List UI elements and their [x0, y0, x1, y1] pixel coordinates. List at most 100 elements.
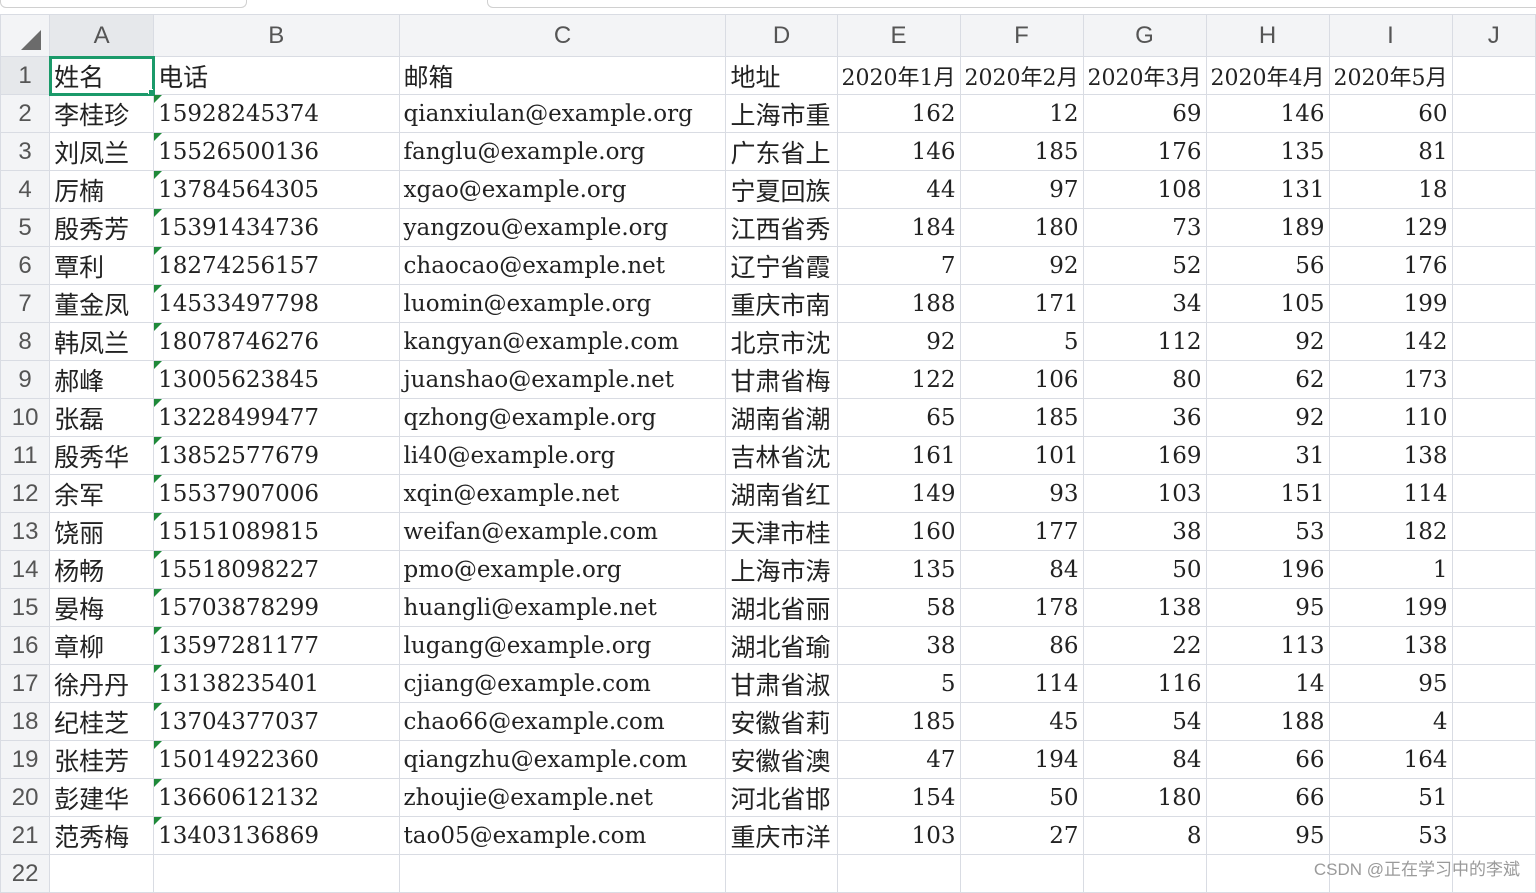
cell-d[interactable]: 天津市桂	[725, 512, 838, 551]
row-header[interactable]: 19	[0, 740, 51, 779]
header-cell-i[interactable]: 2020年5月	[1328, 56, 1453, 95]
cell-f[interactable]: 194	[959, 740, 1084, 779]
cell-a[interactable]: 余军	[49, 474, 155, 513]
cell-b[interactable]: 13228499477	[153, 398, 400, 437]
row-header[interactable]: 13	[0, 512, 51, 551]
column-header-i[interactable]: I	[1328, 14, 1453, 57]
cell-c[interactable]: tao05@example.com	[398, 816, 727, 855]
cell-f[interactable]: 185	[959, 132, 1084, 171]
name-box-frame[interactable]	[0, 0, 247, 8]
cell-e[interactable]: 103	[836, 816, 961, 855]
column-header-d[interactable]: D	[725, 14, 838, 57]
row-header[interactable]: 20	[0, 778, 51, 817]
cell-f[interactable]: 5	[959, 322, 1084, 361]
cell-f[interactable]: 86	[959, 626, 1084, 665]
cell-d[interactable]: 河北省邯	[725, 778, 838, 817]
cell-b[interactable]: 14533497798	[153, 284, 400, 323]
cell-i[interactable]: 60	[1328, 94, 1453, 133]
cell-c[interactable]: qiangzhu@example.com	[398, 740, 727, 779]
cell-e[interactable]: 162	[836, 94, 961, 133]
cell-c[interactable]: kangyan@example.com	[398, 322, 727, 361]
empty-cell[interactable]	[1451, 436, 1536, 475]
cell-h[interactable]: 56	[1205, 246, 1330, 285]
cell-f[interactable]: 12	[959, 94, 1084, 133]
cell-f[interactable]: 178	[959, 588, 1084, 627]
cell-b[interactable]: 15928245374	[153, 94, 400, 133]
row-header[interactable]: 4	[0, 170, 51, 209]
empty-cell[interactable]	[1451, 626, 1536, 665]
cell-c[interactable]: juanshao@example.net	[398, 360, 727, 399]
cell-g[interactable]: 169	[1082, 436, 1207, 475]
row-header[interactable]: 6	[0, 246, 51, 285]
row-header[interactable]: 17	[0, 664, 51, 703]
cell-e[interactable]: 146	[836, 132, 961, 171]
cell-f[interactable]: 27	[959, 816, 1084, 855]
cell-d[interactable]: 湖北省瑜	[725, 626, 838, 665]
cell-a[interactable]: 覃利	[49, 246, 155, 285]
cell-d[interactable]: 吉林省沈	[725, 436, 838, 475]
cell-c[interactable]: zhoujie@example.net	[398, 778, 727, 817]
row-header[interactable]: 8	[0, 322, 51, 361]
cell-b[interactable]: 13660612132	[153, 778, 400, 817]
column-header-c[interactable]: C	[398, 14, 727, 57]
cell-f[interactable]: 185	[959, 398, 1084, 437]
cell-e[interactable]: 149	[836, 474, 961, 513]
cell-i[interactable]: 129	[1328, 208, 1453, 247]
cell-i[interactable]: 95	[1328, 664, 1453, 703]
empty-cell[interactable]	[1451, 740, 1536, 779]
cell-f[interactable]: 84	[959, 550, 1084, 589]
formula-bar-frame[interactable]	[487, 0, 1536, 8]
cell-e[interactable]: 47	[836, 740, 961, 779]
column-header-g[interactable]: G	[1082, 14, 1207, 57]
column-header-j[interactable]: J	[1451, 14, 1536, 57]
cell-g[interactable]: 176	[1082, 132, 1207, 171]
cell-h[interactable]: 105	[1205, 284, 1330, 323]
header-cell-e[interactable]: 2020年1月	[836, 56, 961, 95]
cell-c[interactable]: lugang@example.org	[398, 626, 727, 665]
cell-a[interactable]: 厉楠	[49, 170, 155, 209]
cell-g[interactable]: 84	[1082, 740, 1207, 779]
cell-h[interactable]: 146	[1205, 94, 1330, 133]
header-cell-b[interactable]: 电话	[153, 56, 400, 95]
empty-cell[interactable]	[1451, 246, 1536, 285]
cell-i[interactable]: 1	[1328, 550, 1453, 589]
cell-e[interactable]: 188	[836, 284, 961, 323]
cell-h[interactable]: 95	[1205, 588, 1330, 627]
cell-b[interactable]: 18274256157	[153, 246, 400, 285]
cell-i[interactable]: 199	[1328, 284, 1453, 323]
cell-e[interactable]: 184	[836, 208, 961, 247]
cell-g[interactable]: 73	[1082, 208, 1207, 247]
cell-e[interactable]: 160	[836, 512, 961, 551]
empty-cell[interactable]	[959, 854, 1084, 893]
empty-cell[interactable]	[1451, 398, 1536, 437]
cell-g[interactable]: 112	[1082, 322, 1207, 361]
header-cell-h[interactable]: 2020年4月	[1205, 56, 1330, 95]
empty-cell[interactable]	[49, 854, 155, 893]
cell-g[interactable]: 108	[1082, 170, 1207, 209]
cell-h[interactable]: 95	[1205, 816, 1330, 855]
cell-g[interactable]: 52	[1082, 246, 1207, 285]
cell-b[interactable]: 15391434736	[153, 208, 400, 247]
column-header-b[interactable]: B	[153, 14, 400, 57]
cell-g[interactable]: 54	[1082, 702, 1207, 741]
cell-b[interactable]: 15151089815	[153, 512, 400, 551]
cell-h[interactable]: 66	[1205, 740, 1330, 779]
cell-i[interactable]: 176	[1328, 246, 1453, 285]
row-header[interactable]: 5	[0, 208, 51, 247]
cell-g[interactable]: 69	[1082, 94, 1207, 133]
cell-a[interactable]: 刘凤兰	[49, 132, 155, 171]
column-header-e[interactable]: E	[836, 14, 961, 57]
cell-a[interactable]: 范秀梅	[49, 816, 155, 855]
cell-a[interactable]: 饶丽	[49, 512, 155, 551]
cell-h[interactable]: 62	[1205, 360, 1330, 399]
cell-a[interactable]: 彭建华	[49, 778, 155, 817]
cell-b[interactable]: 13784564305	[153, 170, 400, 209]
cell-a[interactable]: 张磊	[49, 398, 155, 437]
column-header-h[interactable]: H	[1205, 14, 1330, 57]
empty-cell[interactable]	[153, 854, 400, 893]
row-header[interactable]: 12	[0, 474, 51, 513]
empty-cell[interactable]	[1451, 702, 1536, 741]
cell-f[interactable]: 171	[959, 284, 1084, 323]
empty-cell[interactable]	[1451, 208, 1536, 247]
cell-i[interactable]: 110	[1328, 398, 1453, 437]
